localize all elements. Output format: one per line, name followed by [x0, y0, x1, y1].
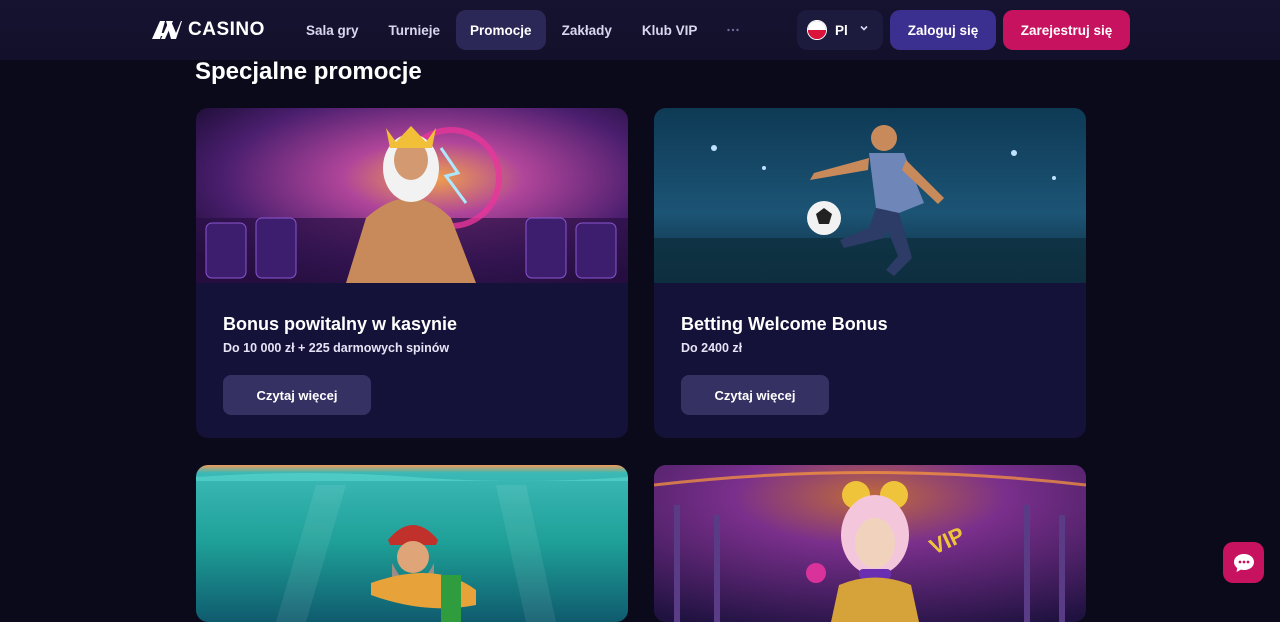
- promo-card-body: Bonus powitalny w kasynie Do 10 000 zł +…: [196, 283, 628, 438]
- nav-item-promocje[interactable]: Promocje: [456, 10, 546, 50]
- register-button[interactable]: Zarejestruj się: [1003, 10, 1130, 50]
- chat-bubble-icon: [1233, 553, 1254, 572]
- language-selector[interactable]: Pl: [797, 10, 883, 50]
- promo-card-title: Betting Welcome Bonus: [681, 314, 888, 334]
- zeus-slot-art: [196, 108, 628, 283]
- promo-card: [196, 465, 628, 622]
- more-dots-icon[interactable]: [713, 10, 753, 50]
- promo-card-subtitle: Do 10 000 zł + 225 darmowych spinów: [223, 341, 450, 355]
- top-header: CASINO Sala gry Turnieje Promocje Zakład…: [0, 0, 1280, 60]
- promo-card: VIP: [654, 465, 1086, 622]
- chat-button[interactable]: [1223, 542, 1264, 583]
- promo-card: Bonus powitalny w kasynie Do 10 000 zł +…: [196, 108, 628, 438]
- vip-clown-girl-art: VIP: [654, 465, 1086, 622]
- promo-card-subtitle: Do 2400 zł: [681, 341, 743, 355]
- av-logo-icon: [152, 21, 182, 39]
- promo-card-body: Betting Welcome Bonus Do 2400 zł Czytaj …: [654, 283, 1086, 438]
- chevron-down-icon: [860, 25, 868, 31]
- promo-card: Betting Welcome Bonus Do 2400 zł Czytaj …: [654, 108, 1086, 438]
- read-more-button[interactable]: Czytaj więcej: [681, 375, 829, 415]
- language-label: Pl: [835, 22, 848, 38]
- more-dots-glyph: [727, 28, 740, 32]
- nav-item-sala-gry[interactable]: Sala gry: [292, 10, 373, 50]
- football-player-art: [654, 108, 1086, 283]
- nav-item-zaklady[interactable]: Zakłady: [548, 10, 626, 50]
- section-title: Specjalne promocje: [195, 58, 422, 85]
- logo[interactable]: CASINO: [152, 18, 265, 42]
- read-more-button[interactable]: Czytaj więcej: [223, 375, 371, 415]
- underwater-fisherman-art: [196, 465, 628, 622]
- main-nav: Sala gry Turnieje Promocje Zakłady Klub …: [292, 10, 755, 50]
- login-button[interactable]: Zaloguj się: [890, 10, 996, 50]
- logo-text: CASINO: [188, 19, 265, 40]
- poland-flag-icon: [807, 20, 827, 40]
- promo-card-title: Bonus powitalny w kasynie: [223, 314, 458, 334]
- nav-item-klub-vip[interactable]: Klub VIP: [628, 10, 712, 50]
- nav-item-turnieje[interactable]: Turnieje: [375, 10, 455, 50]
